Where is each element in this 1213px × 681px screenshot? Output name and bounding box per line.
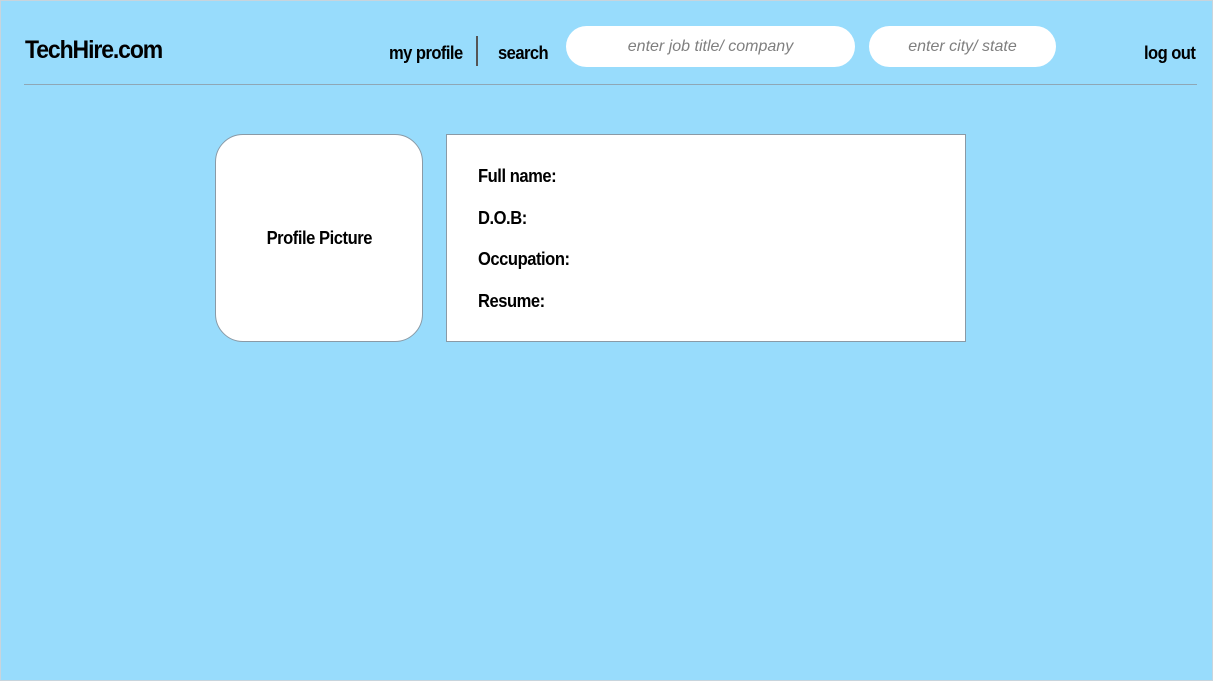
dob-label: D.O.B: xyxy=(478,208,527,228)
occupation-label: Occupation: xyxy=(478,249,570,269)
my-profile-link[interactable]: my profile xyxy=(389,43,463,64)
resume-label: Resume: xyxy=(478,291,545,311)
site-logo[interactable]: TechHire.com xyxy=(25,36,163,65)
profile-info-card: Full name: D.O.B: Occupation: Resume: xyxy=(446,134,966,342)
location-search-placeholder: enter city/ state xyxy=(908,37,1017,55)
profile-picture-label: Profile Picture xyxy=(266,227,372,248)
job-search-input[interactable]: enter job title/ company xyxy=(566,26,855,67)
location-search-input[interactable]: enter city/ state xyxy=(869,26,1056,67)
nav-divider xyxy=(476,36,478,66)
header-divider xyxy=(24,84,1197,85)
full-name-label: Full name: xyxy=(478,166,557,186)
profile-picture[interactable]: Profile Picture xyxy=(215,134,423,342)
log-out-link[interactable]: log out xyxy=(1144,43,1196,64)
search-link[interactable]: search xyxy=(498,43,549,64)
job-search-placeholder: enter job title/ company xyxy=(627,37,794,55)
